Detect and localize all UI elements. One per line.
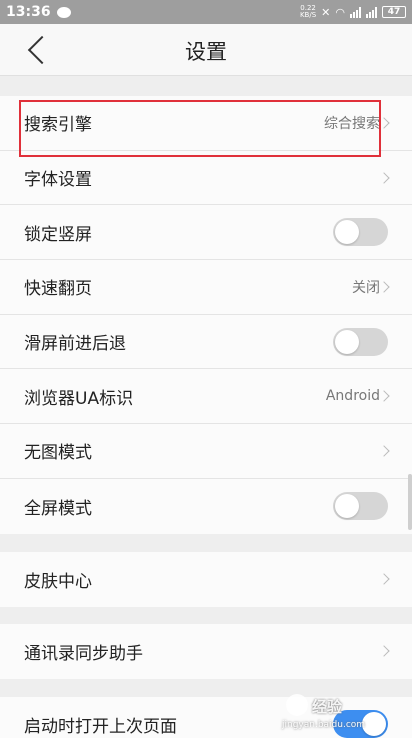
settings-row-label: 通讯录同步助手 [24,643,143,664]
status-bar: 13:36 0.22 KB/S ✕ ◠ 47 [0,0,412,24]
settings-row[interactable]: 快速翻页 关闭 [0,260,412,315]
network-speed: 0.22 KB/S [300,5,316,19]
watermark-text: 经验 [312,698,343,716]
settings-row[interactable]: 滑屏前进后退 [0,315,412,370]
settings-row-label: 启动时打开上次页面 [24,716,177,737]
settings-group-general: 搜索引擎 综合搜索字体设置锁定竖屏快速翻页 关闭滑屏前进后退 浏览器UA标识 Andro… [0,96,412,534]
settings-row-label: 滑屏前进后退 [24,334,126,355]
settings-row[interactable]: 通讯录同步助手 [0,624,412,679]
toggle-switch[interactable] [333,327,388,356]
settings-row-label: 皮肤中心 [24,571,92,592]
chevron-right-icon [378,281,390,293]
settings-row-label: 快速翻页 [24,279,92,300]
signal-icon [350,6,361,18]
settings-row[interactable]: 浏览器UA标识 Android [0,369,412,425]
settings-row-label: 搜索引擎 [24,115,92,136]
settings-row[interactable]: 锁定竖屏 [0,205,412,261]
settings-row[interactable]: 字体设置 [0,151,412,206]
signal-4g-icon [366,6,377,18]
toggle-switch[interactable] [333,492,388,521]
chevron-right-icon [378,171,390,184]
nav-bar: 设置 [0,24,412,76]
mute-icon: ✕ [321,5,331,19]
settings-row-label: 浏览器UA标识 [24,388,134,409]
chevron-right-icon [378,390,390,402]
settings-row[interactable]: 皮肤中心 [0,552,412,607]
settings-row[interactable]: 无图模式 [0,424,412,479]
settings-row-label: 锁定竖屏 [24,224,92,245]
network-speed-unit: KB/S [299,11,317,19]
settings-row-label: 无图模式 [24,443,92,464]
battery-icon: 47 [382,6,406,18]
toggle-switch[interactable] [333,218,388,247]
paw-logo-icon [286,694,308,716]
status-time: 13:36 [6,4,51,20]
chevron-right-icon [378,573,390,586]
chat-bubble-icon [56,6,71,18]
settings-row-label: 字体设置 [24,170,92,191]
chevron-right-icon [378,117,390,129]
status-icons: 0.22 KB/S ✕ ◠ 47 [300,5,406,19]
settings-row-value: 关闭 [352,279,380,296]
watermark-url: jingyan.baidu.com [282,720,366,730]
settings-row-value: Android [325,388,380,405]
settings-row-value: 综合搜索 [324,115,380,132]
settings-group-contacts: 通讯录同步助手 [0,624,412,679]
page-title: 设置 [185,40,227,64]
settings-row[interactable]: 全屏模式 [0,479,412,534]
baidu-jingyan-watermark: 经验 jingyan.baidu.com [278,692,408,736]
chevron-right-icon [378,445,390,457]
scroll-indicator [408,474,412,530]
chevron-right-icon [378,645,390,658]
settings-group-skin: 皮肤中心 [0,552,412,607]
settings-row-label: 全屏模式 [24,498,92,519]
settings-row[interactable]: 搜索引擎 综合搜索 [0,96,412,151]
wifi-icon: ◠ [335,5,345,19]
